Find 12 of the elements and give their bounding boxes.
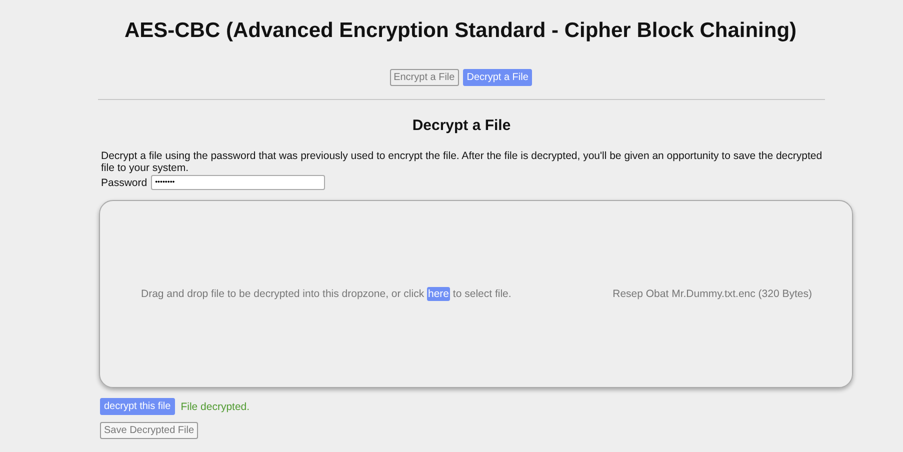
here-link[interactable]: here [427,287,450,301]
tab[interactable]: Decrypt a File [462,69,532,86]
password-label: Password [101,176,148,188]
dropzone[interactable]: Drag and drop file to be decrypted into this dropzone, or click here to select file. Resep Obat Mr.Dummy.txt.enc (320 Bytes) [99,200,853,388]
page-title: AES-CBC (Advanced Encryption Standard - Cipher Block Chaining) [123,18,798,43]
file-name: Resep Obat Mr.Dummy.txt.enc (320 Bytes) [612,288,812,300]
description-text: Decrypt a file using the password that was previously used to encrypt the file. After the file is decrypted, you'll be given an opportunity to save the decrypted file to your system. [101,150,824,174]
dropzone-instructions: Drag and drop file to be decrypted into this dropzone, or click here to select file. [141,288,512,300]
section-heading: Decrypt a File [411,117,512,134]
decrypt-button[interactable]: decrypt this file [100,398,175,415]
status-message: File decrypted. [180,400,250,412]
tab[interactable]: Encrypt a File [390,69,459,86]
